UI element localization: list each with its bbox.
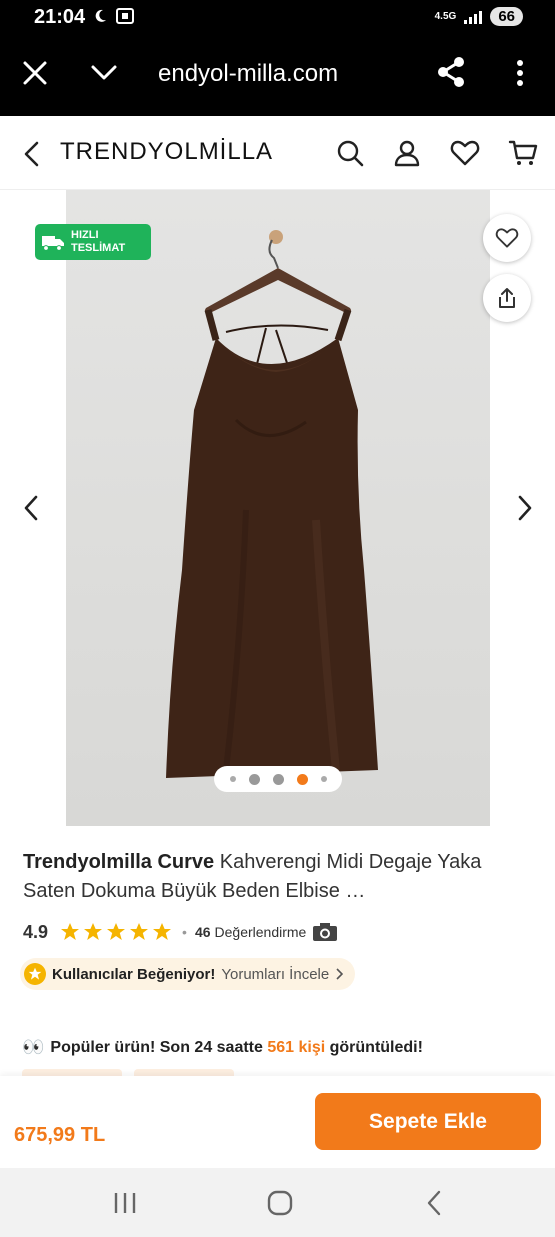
carousel-dot[interactable] [248, 773, 260, 785]
product-image[interactable] [66, 190, 490, 826]
chevron-down-icon[interactable] [90, 62, 118, 84]
carousel-dot[interactable] [272, 773, 284, 785]
popular-count: 561 kişi [267, 1038, 326, 1056]
prev-image-icon[interactable] [22, 494, 40, 522]
status-time: 21:04 [34, 6, 86, 28]
review-label: Değerlendirme [214, 924, 307, 940]
heart-icon [495, 228, 519, 248]
star-icon [107, 923, 126, 940]
popular-prefix: Popüler ürün! Son 24 saatte [50, 1038, 268, 1056]
moon-icon [95, 9, 106, 22]
share-icon [499, 288, 515, 308]
cart-icon[interactable] [508, 138, 538, 168]
status-icons [92, 8, 134, 24]
carousel-dot[interactable] [320, 776, 327, 782]
favorite-button[interactable] [483, 214, 531, 262]
network-type: 4.5G [434, 10, 457, 22]
next-image-icon[interactable] [516, 494, 534, 522]
carousel-dots[interactable] [214, 766, 342, 792]
add-to-cart-bar: 675,99 TL Sepete Ekle [0, 1076, 555, 1168]
rating-value: 4.9 [23, 921, 49, 942]
star-icon [84, 923, 103, 940]
app-header: TRENDYOLMİLLA [0, 116, 555, 190]
product-title: Trendyolmilla Curve Kahverengi Midi Dega… [23, 848, 533, 906]
product-brand[interactable]: Trendyolmilla Curve [23, 851, 214, 873]
search-icon[interactable] [335, 138, 365, 168]
more-icon[interactable] [510, 58, 530, 88]
back-nav-icon[interactable] [420, 1188, 450, 1218]
star-icon [24, 963, 46, 985]
popular-suffix: görüntüledi! [325, 1038, 423, 1056]
share-icon[interactable] [436, 56, 466, 88]
star-icon [61, 923, 80, 940]
see-reviews-link[interactable]: Yorumları İncele [221, 966, 329, 983]
truck-icon [42, 236, 64, 251]
status-bar: 21:04 4.5G 66 [0, 0, 555, 34]
users-like-banner[interactable]: Kullanıcılar Beğeniyor! Yorumları İncele [20, 958, 356, 990]
users-like-text: Kullanıcılar Beğeniyor! [52, 965, 216, 983]
brand-logo[interactable]: TRENDYOLMİLLA [60, 138, 273, 166]
camera-icon [313, 923, 338, 941]
star-icon [153, 923, 172, 940]
close-icon[interactable] [22, 60, 48, 86]
home-icon[interactable] [265, 1188, 295, 1218]
status-right: 4.5G 66 [435, 7, 523, 26]
heart-icon[interactable] [450, 138, 480, 168]
product-gallery[interactable]: HIZLI TESLİMAT [0, 190, 555, 826]
share-button[interactable] [483, 274, 531, 322]
carousel-dot-active[interactable] [296, 773, 308, 785]
dress-illustration [166, 230, 378, 778]
rating-stars [60, 922, 172, 942]
fast-delivery-badge: HIZLI TESLİMAT [35, 224, 151, 260]
url-text[interactable]: endyol-milla.com [158, 60, 338, 88]
signal-icon [464, 10, 483, 24]
user-icon[interactable] [392, 138, 422, 168]
recent-apps-icon[interactable] [110, 1188, 140, 1218]
star-icon [130, 923, 149, 940]
battery-indicator: 66 [490, 7, 523, 26]
badge-line-1: HIZLI [71, 229, 99, 241]
screenshot-icon [116, 8, 134, 24]
product-price: 675,99 TL [14, 1124, 106, 1146]
popular-product-notice: 👀 Popüler ürün! Son 24 saatte 561 kişi g… [22, 1037, 423, 1058]
carousel-dot[interactable] [229, 776, 236, 782]
back-icon[interactable] [20, 140, 44, 168]
system-navigation-bar [0, 1168, 555, 1237]
separator-dot: • [182, 924, 187, 940]
browser-toolbar: endyol-milla.com [0, 34, 555, 116]
review-count: 46 [194, 924, 211, 940]
rating-row[interactable]: 4.9 • 46 Değerlendirme [23, 918, 338, 946]
add-to-cart-button[interactable]: Sepete Ekle [315, 1093, 541, 1150]
eyes-icon: 👀 [22, 1037, 45, 1057]
badge-line-2: TESLİMAT [71, 242, 126, 254]
chevron-right-icon [336, 968, 344, 980]
